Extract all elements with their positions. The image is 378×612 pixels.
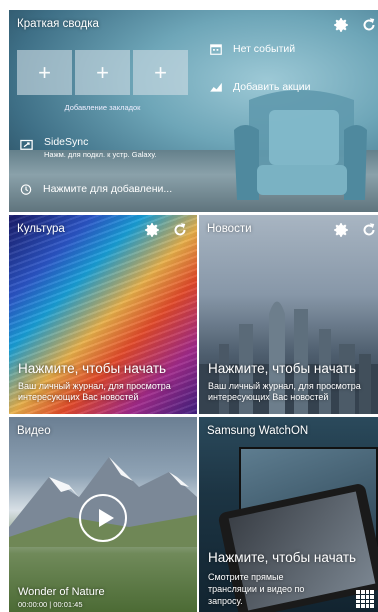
watchon-desc-line2: трансляции и видео по xyxy=(208,584,305,594)
news-cta: Нажмите, чтобы начать xyxy=(208,361,357,376)
events-label: Нет событий xyxy=(233,43,296,55)
refresh-icon[interactable] xyxy=(171,221,189,239)
chart-icon xyxy=(210,82,222,92)
reminder-row[interactable]: Нажмите для добавлени... xyxy=(19,182,172,196)
bookmark-slots: + + + xyxy=(17,50,188,95)
bookmark-slot-3[interactable]: + xyxy=(133,50,188,95)
video-title: Видео xyxy=(17,425,51,437)
sidesync-row[interactable]: SideSync Нажм. для подкл. к устр. Galaxy… xyxy=(19,136,157,159)
apps-grid-icon[interactable] xyxy=(356,590,374,608)
summary-tile: Краткая сводка + + + Добавление закладок… xyxy=(9,10,378,212)
gear-icon[interactable] xyxy=(143,221,161,239)
culture-tile[interactable]: Культура Нажмите, чтобы начать Ваш личны… xyxy=(9,215,197,414)
sidesync-icon xyxy=(20,139,33,150)
bookmarks-label: Добавление закладок xyxy=(64,103,141,112)
gear-icon[interactable] xyxy=(332,16,350,34)
play-button[interactable] xyxy=(79,494,127,542)
events-row[interactable]: Нет событий xyxy=(209,42,295,56)
news-tile-icons xyxy=(332,221,378,239)
gear-icon[interactable] xyxy=(332,221,350,239)
watchon-tile[interactable]: Samsung WatchON Нажмите, чтобы начать См… xyxy=(199,417,378,612)
watchon-title: Samsung WatchON xyxy=(207,425,309,437)
add-deals-label: Добавить акции xyxy=(233,81,311,93)
watchon-desc-line1: Смотрите прямые xyxy=(208,572,284,582)
calendar-icon xyxy=(210,44,222,55)
watchon-cta: Нажмите, чтобы начать xyxy=(208,550,357,565)
news-title: Новости xyxy=(207,223,252,235)
news-desc-line1: Ваш личный журнал, для просмотра xyxy=(208,381,361,391)
summary-title: Краткая сводка xyxy=(17,18,99,30)
sidesync-title: SideSync xyxy=(44,136,89,148)
video-time: 00:00:00 | 00:01:45 xyxy=(18,600,83,609)
bookmark-slot-2[interactable]: + xyxy=(75,50,130,95)
video-name: Wonder of Nature xyxy=(18,586,105,598)
sidesync-subtitle: Нажм. для подкл. к устр. Galaxy. xyxy=(44,150,157,159)
bookmark-slot-1[interactable]: + xyxy=(17,50,72,95)
reminder-label: Нажмите для добавлени... xyxy=(43,183,173,195)
news-tile[interactable]: Новости Нажмите, чтобы начать Ваш личный… xyxy=(199,215,378,414)
news-desc-line2: интересующих Вас новостей xyxy=(208,392,329,402)
refresh-icon[interactable] xyxy=(360,221,378,239)
culture-tile-icons xyxy=(143,221,189,239)
video-tile[interactable]: Видео Wonder of Nature 00:00:00 | 00:01:… xyxy=(9,417,197,612)
culture-desc-line2: интересующих Вас новостей xyxy=(18,392,139,402)
summary-tile-icons xyxy=(332,16,378,34)
culture-desc-line1: Ваш личный журнал, для просмотра xyxy=(18,381,171,391)
culture-cta: Нажмите, чтобы начать xyxy=(18,361,167,376)
alarm-icon xyxy=(20,184,32,195)
culture-title: Культура xyxy=(17,223,65,235)
watchon-desc-line3: запросу. xyxy=(208,596,243,606)
add-deals-row[interactable]: Добавить акции xyxy=(209,80,311,94)
refresh-icon[interactable] xyxy=(360,16,378,34)
